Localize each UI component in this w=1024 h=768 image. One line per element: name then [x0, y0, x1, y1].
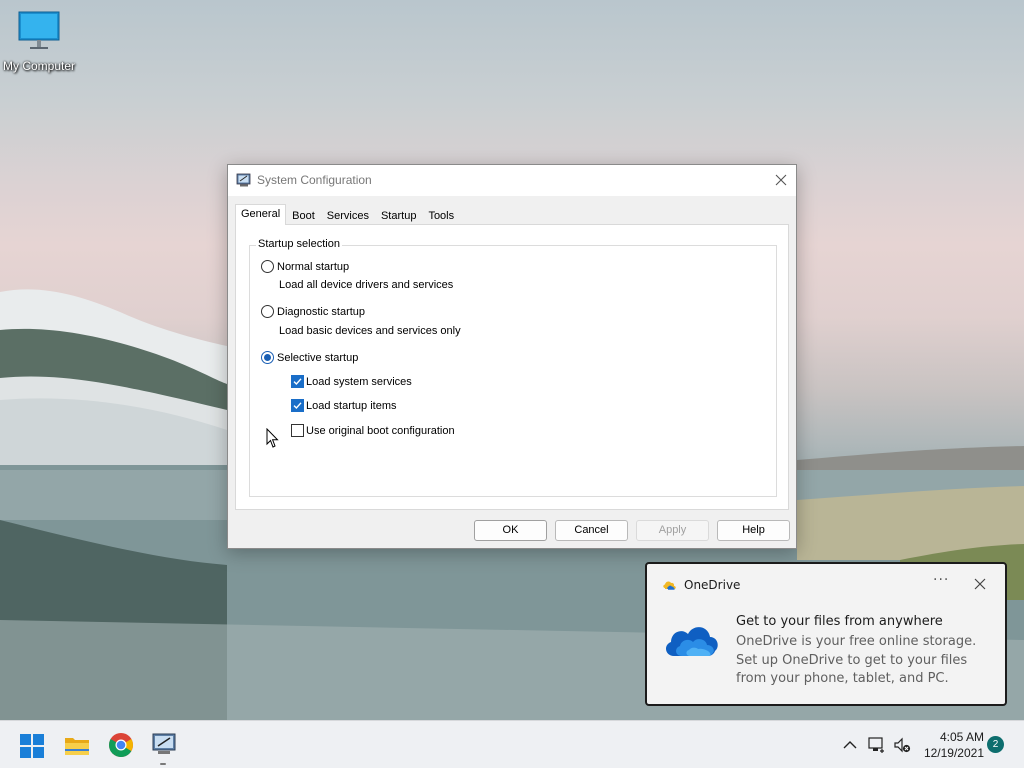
network-icon[interactable] [866, 735, 886, 755]
windows-start-icon[interactable] [19, 733, 45, 759]
title-bar[interactable]: System Configuration [228, 165, 796, 196]
load-startup-items-label: Load startup items [306, 399, 397, 412]
clock-date: 12/19/2021 [923, 746, 984, 760]
tab-boot[interactable]: Boot [286, 206, 321, 225]
apply-button[interactable]: Apply [636, 520, 709, 541]
toast-title: Get to your files from anywhere [736, 614, 943, 629]
radio-button-selected[interactable] [261, 351, 274, 364]
use-original-boot-config-checkbox[interactable]: Use original boot configuration [291, 424, 455, 437]
normal-startup-label: Normal startup [277, 260, 350, 273]
tab-strip: General Boot Services Startup Tools [235, 204, 460, 225]
clock-time: 4:05 AM [939, 730, 984, 744]
onedrive-cloud-icon [665, 627, 718, 656]
checkbox-unchecked[interactable] [291, 424, 304, 437]
tab-tools[interactable]: Tools [422, 206, 460, 225]
normal-startup-description: Load all device drivers and services [279, 279, 454, 291]
diagnostic-startup-label: Diagnostic startup [277, 305, 366, 318]
close-button[interactable] [766, 165, 796, 195]
file-explorer-icon[interactable] [63, 731, 91, 759]
dialog-title: System Configuration [257, 173, 372, 187]
ok-button[interactable]: OK [474, 520, 547, 541]
taskbar: 4:05 AM 12/19/2021 2 [0, 720, 1024, 768]
toast-close-icon[interactable] [973, 577, 987, 591]
toast-app-name: OneDrive [684, 578, 741, 592]
selective-startup-radio[interactable]: Selective startup [261, 351, 358, 364]
monitor-icon [18, 11, 60, 49]
volume-muted-icon[interactable] [892, 735, 912, 755]
desktop-icon-my-computer[interactable]: My Computer [2, 10, 76, 73]
desktop-icon-label: My Computer [2, 59, 76, 73]
onedrive-small-icon [663, 581, 676, 590]
toast-body: OneDrive is your free online storage. Se… [736, 634, 977, 686]
close-icon [775, 174, 787, 186]
selective-startup-label: Selective startup [277, 351, 359, 364]
diagnostic-startup-description: Load basic devices and services only [279, 325, 461, 337]
load-startup-items-checkbox[interactable]: Load startup items [291, 399, 397, 412]
cancel-button[interactable]: Cancel [555, 520, 628, 541]
system-configuration-icon [236, 173, 251, 187]
startup-selection-group: Startup selection Normal startup Load al… [249, 238, 777, 497]
onedrive-notification[interactable]: OneDrive ··· Get to your files from anyw… [645, 562, 1007, 706]
checkbox-checked[interactable] [291, 399, 304, 412]
checkmark-icon [293, 402, 302, 410]
tab-general[interactable]: General [235, 204, 287, 225]
checkmark-icon [293, 378, 302, 386]
normal-startup-radio[interactable]: Normal startup [261, 260, 349, 273]
mouse-cursor-icon [266, 428, 279, 448]
radio-button[interactable] [261, 260, 274, 273]
help-button[interactable]: Help [717, 520, 790, 541]
chrome-icon[interactable] [107, 731, 135, 759]
tab-services[interactable]: Services [321, 206, 375, 225]
active-app-indicator [160, 763, 166, 765]
notification-badge[interactable]: 2 [987, 736, 1004, 753]
use-original-boot-config-label: Use original boot configuration [306, 424, 455, 437]
load-system-services-label: Load system services [306, 375, 412, 388]
system-configuration-dialog: System Configuration General Boot Servic… [227, 164, 797, 549]
load-system-services-checkbox[interactable]: Load system services [291, 375, 412, 388]
diagnostic-startup-radio[interactable]: Diagnostic startup [261, 305, 365, 318]
checkbox-checked[interactable] [291, 375, 304, 388]
tab-startup[interactable]: Startup [375, 206, 422, 225]
radio-button[interactable] [261, 305, 274, 318]
system-configuration-taskbar-icon[interactable] [150, 731, 178, 759]
group-title: Startup selection [256, 238, 342, 250]
toast-more-options-button[interactable]: ··· [933, 572, 949, 588]
clock[interactable]: 4:05 AM 12/19/2021 [920, 729, 984, 761]
chevron-up-icon[interactable] [840, 735, 860, 755]
general-tab-panel: Startup selection Normal startup Load al… [235, 224, 789, 510]
